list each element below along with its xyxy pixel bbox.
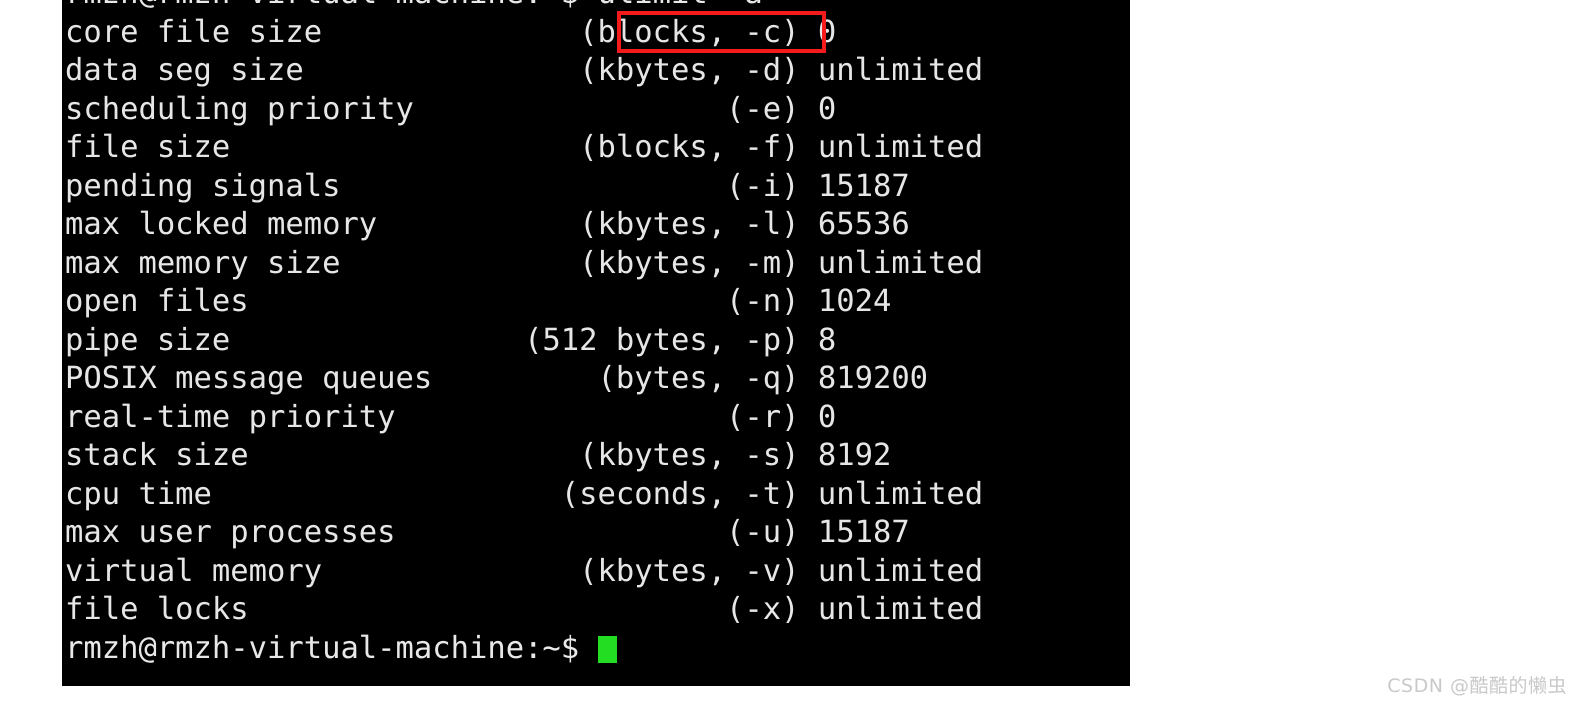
limit-row-core-file-size: core file size (blocks, -c) 0: [65, 14, 837, 50]
terminal-screen[interactable]: rmzh@rmzh-virtual-machine:~$ ulimit -a c…: [62, 0, 1130, 668]
limit-row-posix-message-queues: POSIX message queues (bytes, -q) 819200: [65, 361, 929, 396]
limit-row-max-user-processes: max user processes (-u) 15187: [65, 515, 910, 550]
limit-row-stack-size: stack size (kbytes, -s) 8192: [65, 438, 892, 473]
limit-row-open-files: open files (-n) 1024: [65, 284, 892, 319]
terminal-cursor: [597, 635, 617, 663]
terminal-window[interactable]: rmzh@rmzh-virtual-machine:~$ ulimit -a c…: [62, 0, 1130, 686]
limit-row-file-size: file size (blocks, -f) unlimited: [65, 130, 984, 165]
terminal-next-prompt-line[interactable]: rmzh@rmzh-virtual-machine:~$: [65, 630, 1130, 669]
limit-row-file-locks: file locks (-x) unlimited: [65, 592, 984, 627]
watermark-text: CSDN @酷酷的懒虫: [1387, 675, 1567, 697]
limit-row-scheduling-priority: scheduling priority (-e) 0: [65, 91, 837, 127]
limit-row-virtual-memory: virtual memory (kbytes, -v) unlimited: [65, 553, 984, 589]
limit-row-real-time-priority: real-time priority (-r) 0: [65, 399, 837, 435]
prompt-text: rmzh@rmzh-virtual-machine:~$: [65, 630, 598, 666]
limit-row-pipe-size: pipe size (512 bytes, -p) 8: [65, 322, 837, 358]
limit-row-pending-signals: pending signals (-i) 15187: [65, 168, 910, 204]
limit-row-max-locked-memory: max locked memory (kbytes, -l) 65536: [65, 207, 910, 242]
terminal-prompt-line: rmzh@rmzh-virtual-machine:~$ ulimit -a: [65, 0, 1130, 14]
limit-row-max-memory-size: max memory size (kbytes, -m) unlimited: [65, 245, 984, 281]
limit-row-cpu-time: cpu time (seconds, -t) unlimited: [65, 476, 984, 512]
limit-row-data-seg-size: data seg size (kbytes, -d) unlimited: [65, 53, 984, 88]
